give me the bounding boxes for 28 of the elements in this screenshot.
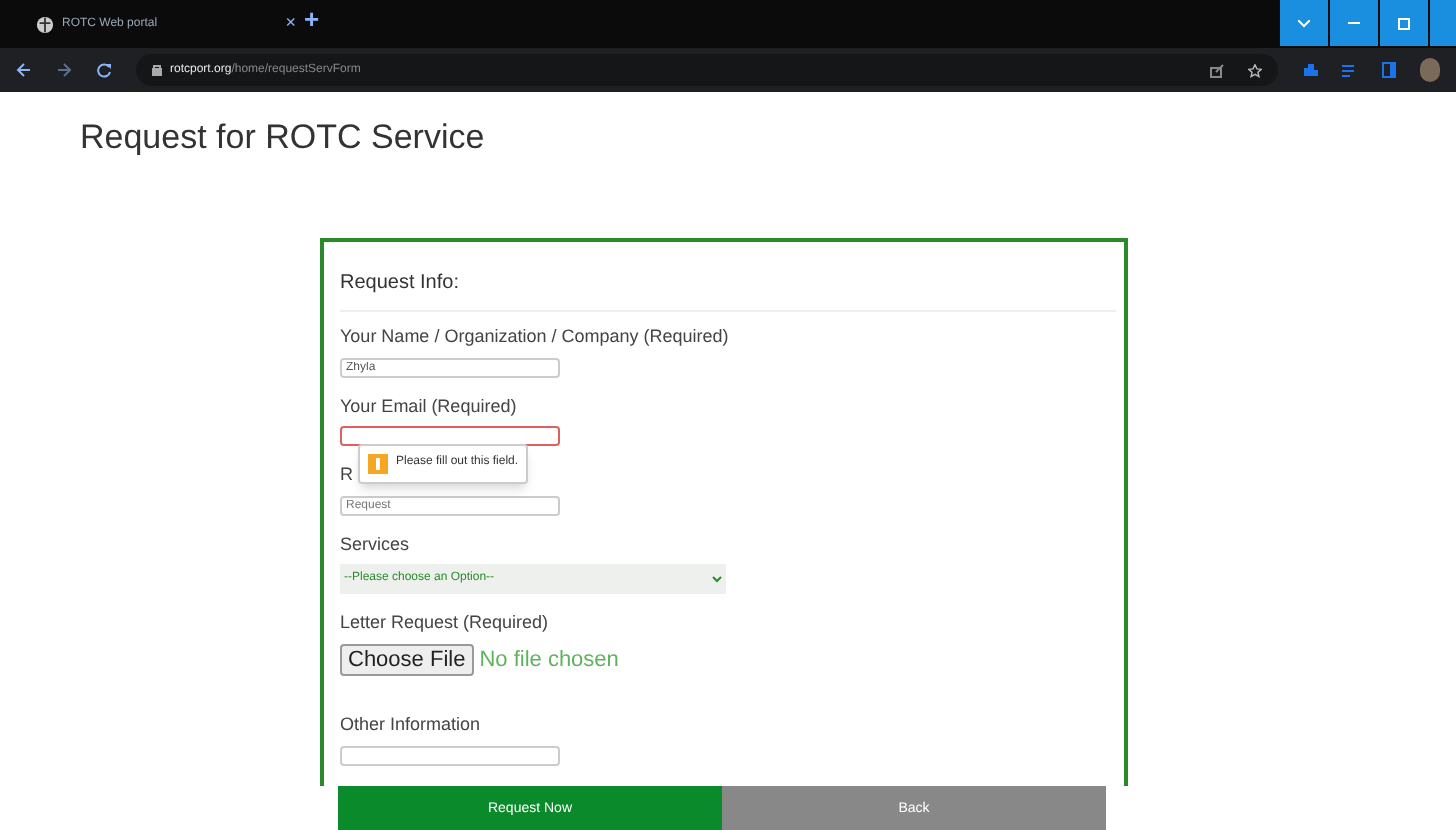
- field-label: R: [340, 462, 353, 489]
- choose-file-button[interactable]: Choose File: [340, 644, 474, 676]
- caret-icon: [712, 575, 722, 584]
- field-label: Other Information: [340, 712, 481, 739]
- lock-icon: [152, 64, 162, 76]
- forward-icon[interactable]: [56, 62, 72, 78]
- page-title: Request for ROTC Service: [80, 116, 487, 159]
- warning-icon: [368, 453, 388, 474]
- sidebar-icon[interactable]: [1382, 62, 1396, 78]
- avatar[interactable]: [1420, 58, 1440, 82]
- form-heading: Request Info:: [340, 268, 1116, 313]
- caret-icon: [1298, 19, 1310, 27]
- puzzle-icon[interactable]: [1302, 62, 1318, 78]
- restore-button[interactable]: [1380, 0, 1428, 46]
- field-label: Your Name / Organization / Company (Required): [340, 324, 729, 351]
- field-label: Services: [340, 531, 410, 558]
- input-field[interactable]: [340, 745, 560, 766]
- field-label: Letter Request (Required): [340, 610, 549, 637]
- back-icon[interactable]: [16, 62, 32, 78]
- file-status: No file chosen: [479, 645, 619, 676]
- new-tab-button[interactable]: +: [296, 0, 328, 48]
- star-icon[interactable]: [1248, 63, 1262, 77]
- share-icon[interactable]: [1210, 63, 1224, 77]
- reload-icon[interactable]: [96, 62, 112, 78]
- list-icon[interactable]: [1342, 63, 1358, 77]
- field-label: Your Email (Required): [340, 393, 517, 420]
- close-tab-button[interactable]: ×: [285, 10, 296, 38]
- globe-icon: [36, 15, 54, 33]
